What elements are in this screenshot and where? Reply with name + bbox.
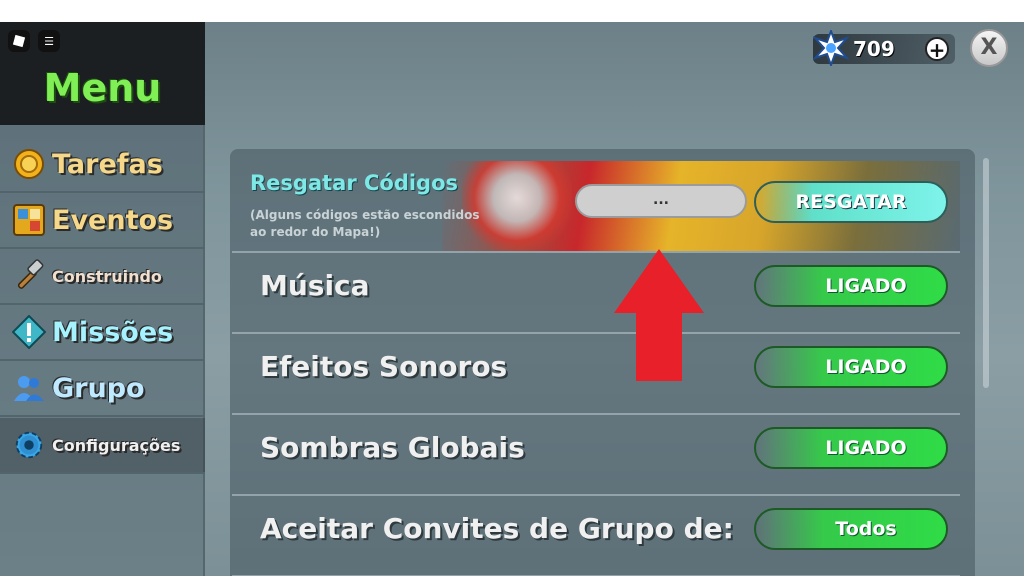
- global-shadows-toggle-button[interactable]: LIGADO: [754, 427, 948, 469]
- setting-label: Aceitar Convites de Grupo de:: [260, 512, 734, 545]
- nav-label-missoes: Missões: [52, 316, 174, 348]
- setting-label: Efeitos Sonoros: [260, 350, 508, 383]
- setting-row-sombras-globais: Sombras Globais LIGADO: [232, 415, 960, 496]
- setting-row-convites-grupo: Aceitar Convites de Grupo de: Todos: [232, 496, 960, 576]
- setting-label: Sombras Globais: [260, 431, 525, 464]
- top-white-strip: [0, 0, 1024, 22]
- scrollbar[interactable]: [983, 158, 989, 388]
- currency-value: 709: [853, 37, 895, 61]
- crystal-currency-icon: [813, 30, 849, 66]
- add-currency-button[interactable]: +: [925, 37, 949, 61]
- group-icon: [12, 371, 46, 405]
- nav-item-configuracoes[interactable]: Configurações: [0, 418, 205, 474]
- nav-item-tarefas[interactable]: Tarefas: [0, 137, 205, 193]
- game-scene: ☰ Menu Tarefas Eventos Construindo Missõ…: [0, 22, 1024, 576]
- nav-item-grupo[interactable]: Grupo: [0, 361, 205, 417]
- events-icon: [12, 203, 46, 237]
- nav-label-eventos: Eventos: [52, 204, 174, 236]
- close-button[interactable]: X: [970, 29, 1008, 67]
- roblox-logo-icon[interactable]: [8, 30, 30, 52]
- sound-effects-toggle-button[interactable]: LIGADO: [754, 346, 948, 388]
- setting-row-musica: Música LIGADO: [232, 253, 960, 334]
- nav-item-construindo[interactable]: Construindo: [0, 249, 205, 305]
- setting-row-efeitos-sonoros: Efeitos Sonoros LIGADO: [232, 334, 960, 415]
- currency-bar: 709 +: [813, 30, 955, 66]
- code-input[interactable]: ...: [575, 184, 747, 218]
- music-toggle-button[interactable]: LIGADO: [754, 265, 948, 307]
- setting-label: Música: [260, 269, 370, 302]
- nav-item-eventos[interactable]: Eventos: [0, 193, 205, 249]
- side-menu: ☰ Menu Tarefas Eventos Construindo Missõ…: [0, 22, 205, 576]
- codes-subtitle: (Alguns códigos estão escondidos ao redo…: [250, 208, 480, 239]
- hamburger-menu-icon[interactable]: ☰: [38, 30, 60, 52]
- gear-icon: [12, 428, 46, 462]
- hammer-icon: [12, 259, 46, 293]
- exclamation-icon: [12, 315, 46, 349]
- nav-label-grupo: Grupo: [52, 372, 145, 404]
- group-invites-toggle-button[interactable]: Todos: [754, 508, 948, 550]
- codes-title: Resgatar Códigos: [250, 171, 459, 195]
- nav-label-configuracoes: Configurações: [52, 435, 181, 455]
- red-arrow-annotation: [614, 249, 704, 381]
- menu-title: Menu: [43, 66, 162, 110]
- nav-item-missoes[interactable]: Missões: [0, 305, 205, 361]
- nav-label-construindo: Construindo: [52, 266, 162, 286]
- menu-header: ☰ Menu: [0, 22, 205, 125]
- nav-label-tarefas: Tarefas: [52, 148, 163, 180]
- redeem-button[interactable]: RESGATAR: [754, 181, 948, 223]
- coin-icon: [12, 147, 46, 181]
- redeem-codes-row: Resgatar Códigos (Alguns códigos estão e…: [232, 161, 960, 253]
